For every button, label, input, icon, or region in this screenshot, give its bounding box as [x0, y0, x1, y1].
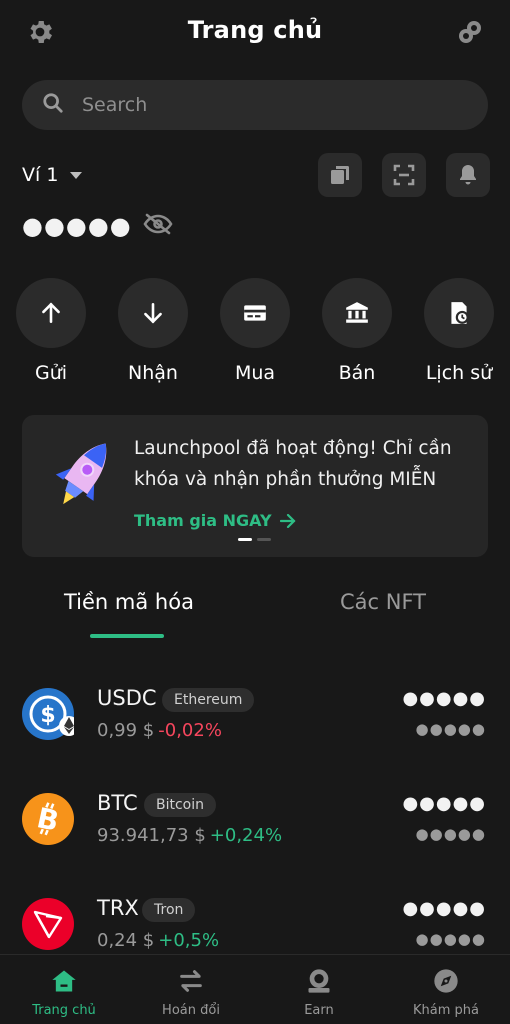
banner-text: Launchpool đã hoạt động! Chỉ cần khóa và… — [134, 438, 452, 490]
search-input[interactable]: Search — [22, 80, 488, 130]
carousel-dot-active — [238, 538, 252, 541]
asset-fiat-value: ●●●●● — [415, 825, 486, 843]
asset-row-usdc[interactable]: $ USDC Ethereum 0,99 $ -0,02% ●●●●● ●●●●● — [22, 686, 488, 746]
buy-action[interactable]: Mua — [219, 278, 291, 384]
home-icon — [9, 965, 119, 997]
launchpool-banner[interactable]: Launchpool đã hoạt động! Chỉ cần khóa và… — [22, 415, 488, 557]
asset-change: +0,5% — [158, 930, 220, 951]
carousel-dot — [257, 538, 271, 541]
asset-price: 0,24 $ — [97, 930, 155, 951]
page-title: Trang chủ — [187, 16, 323, 44]
scan-icon[interactable] — [382, 153, 426, 197]
asset-price: 93.941,73 $ — [97, 825, 206, 846]
send-label: Gửi — [34, 362, 68, 384]
card-icon — [220, 278, 290, 348]
tab-crypto[interactable]: Tiền mã hóa — [64, 590, 194, 614]
nav-discover-label: Khám phá — [413, 1003, 479, 1018]
asset-price-line: 0,24 $ +0,5% — [97, 930, 219, 951]
asset-balance: ●●●●● — [402, 688, 486, 709]
asset-price-line: 0,99 $ -0,02% — [97, 720, 222, 741]
arrow-down-icon — [118, 278, 188, 348]
join-now-label: Tham gia NGAY — [134, 511, 272, 530]
search-icon — [42, 92, 64, 118]
history-icon — [424, 278, 494, 348]
eye-off-icon[interactable] — [142, 212, 174, 240]
link-icon[interactable] — [452, 14, 488, 50]
buy-label: Mua — [234, 362, 276, 384]
carousel-indicator — [238, 538, 276, 541]
earn-icon — [264, 965, 374, 997]
swap-icon — [136, 965, 246, 997]
tab-indicator — [90, 634, 164, 638]
asset-symbol: TRX — [97, 896, 139, 920]
bitcoin-icon: B — [22, 793, 74, 845]
header: Trang chủ — [0, 0, 510, 64]
receive-label: Nhận — [128, 362, 178, 384]
arrow-right-icon — [279, 513, 296, 528]
chain-badge: Bitcoin — [144, 793, 217, 817]
asset-change: -0,02% — [158, 720, 222, 741]
sell-label: Bán — [338, 362, 376, 384]
asset-price-line: 93.941,73 $ +0,24% — [97, 825, 282, 846]
wallet-name: Ví 1 — [22, 164, 59, 186]
rocket-icon — [50, 433, 120, 517]
svg-text:$: $ — [40, 703, 55, 728]
tab-nfts[interactable]: Các NFT — [340, 590, 426, 614]
asset-symbol: USDC — [97, 686, 157, 710]
nav-discover[interactable]: Khám phá — [391, 965, 501, 1018]
bell-icon[interactable] — [446, 153, 490, 197]
chevron-down-icon — [70, 171, 83, 179]
bank-icon — [322, 278, 392, 348]
balance-value: ●●●●● — [22, 212, 132, 240]
nav-swap[interactable]: Hoán đổi — [136, 965, 246, 1018]
wallet-home-screen: Trang chủ Search Ví 1 ●●●●● Gửi Nhận Mua… — [0, 0, 510, 1024]
balance: ●●●●● — [22, 212, 174, 240]
nav-swap-label: Hoán đổi — [162, 1003, 220, 1018]
wallet-selector[interactable]: Ví 1 — [22, 160, 83, 190]
search-placeholder: Search — [82, 94, 148, 116]
nav-earn[interactable]: Earn — [264, 965, 374, 1018]
nav-earn-label: Earn — [304, 1003, 334, 1018]
nav-home-label: Trang chủ — [32, 1003, 96, 1018]
send-action[interactable]: Gửi — [15, 278, 87, 384]
nav-home[interactable]: Trang chủ — [9, 965, 119, 1018]
copy-icon[interactable] — [318, 153, 362, 197]
sell-action[interactable]: Bán — [321, 278, 393, 384]
bottom-nav: Trang chủ Hoán đổi Earn Khám phá — [0, 954, 510, 1024]
history-action[interactable]: Lịch sử — [423, 278, 495, 384]
asset-symbol: BTC — [97, 791, 138, 815]
compass-icon — [391, 965, 501, 997]
asset-fiat-value: ●●●●● — [415, 720, 486, 738]
asset-change: +0,24% — [209, 825, 283, 846]
chain-badge: Tron — [142, 898, 196, 922]
asset-price: 0,99 $ — [97, 720, 155, 741]
tron-icon — [22, 898, 74, 950]
asset-fiat-value: ●●●●● — [415, 930, 486, 948]
asset-row-trx[interactable]: TRX Tron 0,24 $ +0,5% ●●●●● ●●●●● — [22, 896, 488, 956]
join-now-link[interactable]: Tham gia NGAY — [134, 511, 296, 530]
chain-badge: Ethereum — [162, 688, 255, 712]
asset-balance: ●●●●● — [402, 898, 486, 919]
asset-balance: ●●●●● — [402, 793, 486, 814]
history-label: Lịch sử — [425, 362, 493, 384]
arrow-up-icon — [16, 278, 86, 348]
asset-row-btc[interactable]: B BTC Bitcoin 93.941,73 $ +0,24% ●●●●● ●●… — [22, 791, 488, 851]
receive-action[interactable]: Nhận — [117, 278, 189, 384]
usdc-icon: $ — [22, 688, 74, 740]
